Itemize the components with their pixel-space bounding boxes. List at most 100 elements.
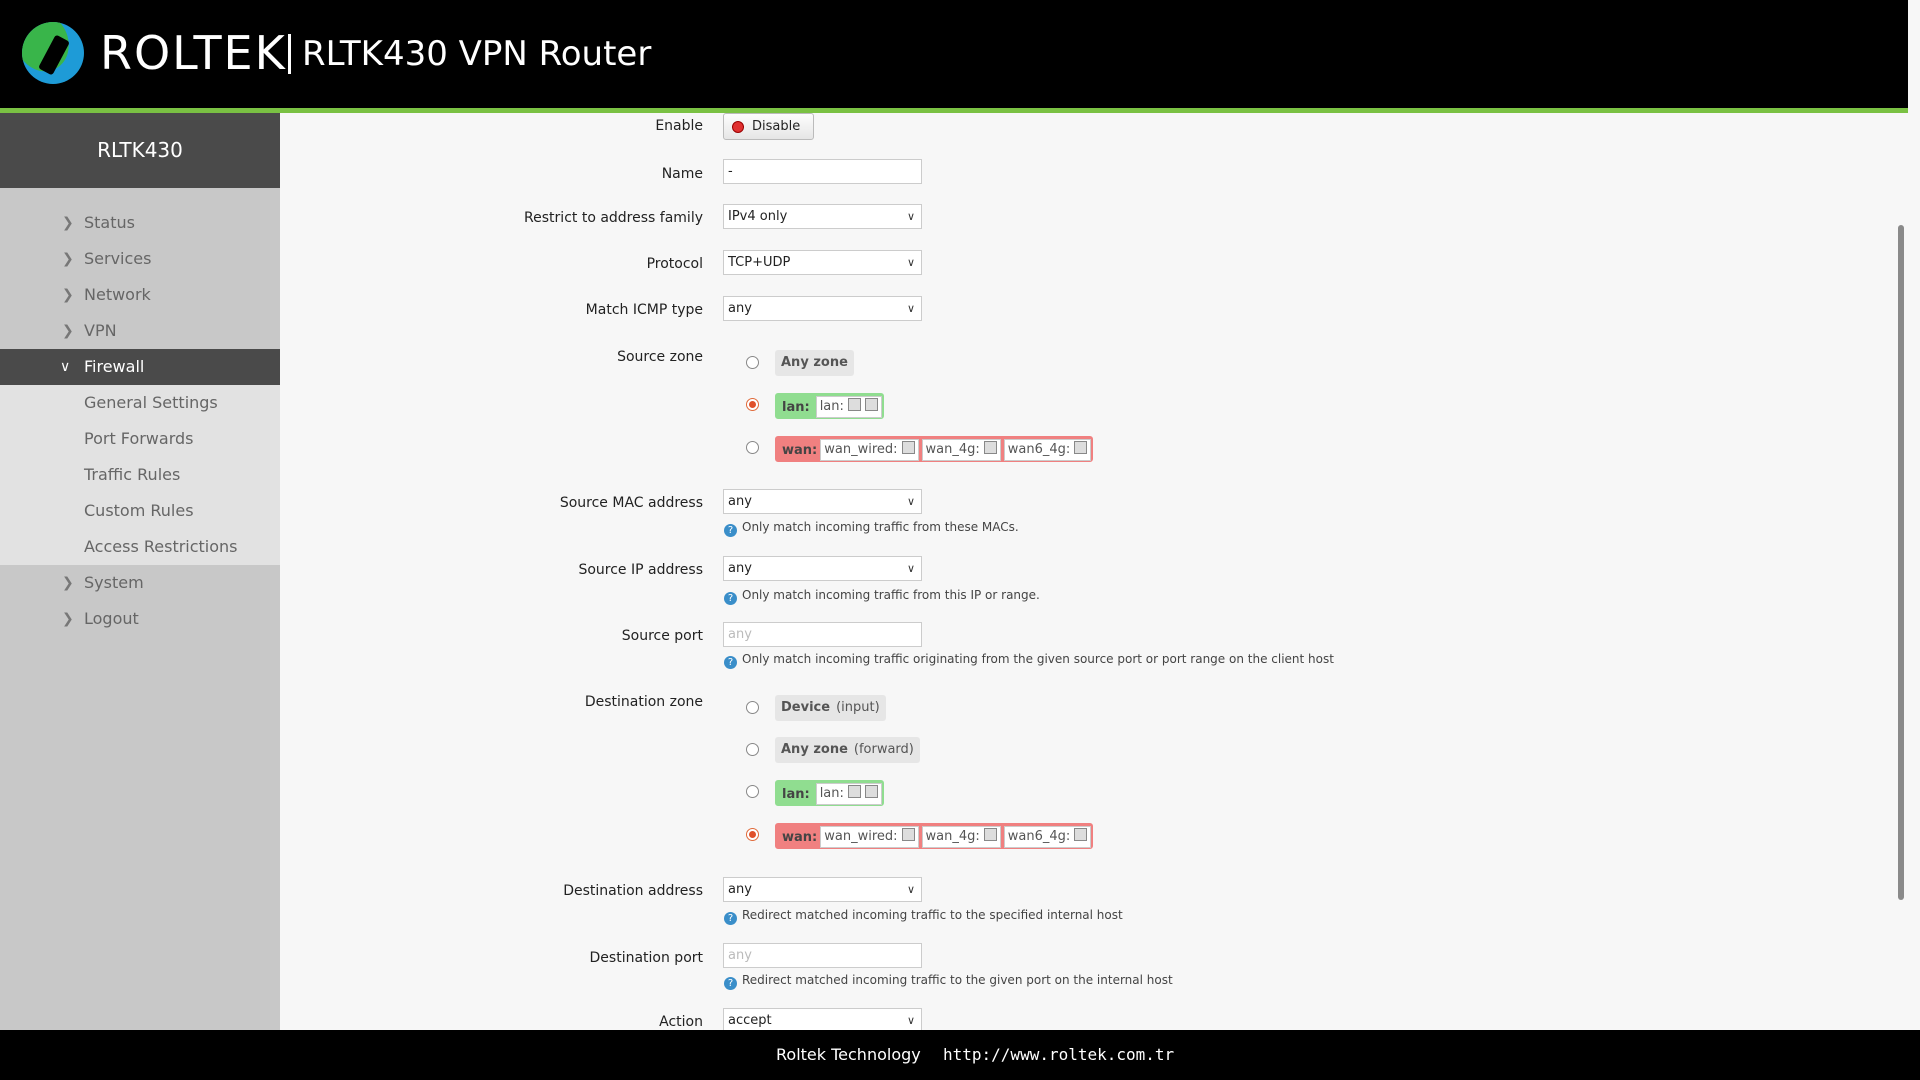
source-zone-wan: wan: wan_wired: wan_4g: wan6_4g: — [775, 436, 1094, 462]
dest-address-label: Destination address — [563, 883, 703, 899]
sidebar-nav: ❯ Status ❯ Services ❯ Network ❯ VPN ∨ Firewal… — [0, 205, 280, 637]
brand-name: ROLTEK — [100, 26, 287, 80]
source-port-hint: ? Only match incoming traffic originating… — [724, 652, 1334, 669]
dest-address-select[interactable]: any ∨ — [723, 877, 922, 902]
sidebar-device-name: RLTK430 — [0, 113, 280, 188]
zone-name: lan: — [782, 787, 810, 802]
chevron-right-icon: ❯ — [62, 251, 74, 267]
sidebar-item-label: Services — [84, 249, 152, 268]
source-mac-select[interactable]: any ∨ — [723, 489, 922, 514]
network-icon — [847, 785, 861, 798]
dest-address-value: any — [728, 882, 752, 897]
zone-name: Device — [781, 700, 831, 715]
sidebar-subitem-custom-rules[interactable]: Custom Rules — [0, 493, 280, 529]
dest-zone-wan-radio[interactable] — [746, 828, 759, 841]
sidebar-subitem-access-restrictions[interactable]: Access Restrictions — [0, 529, 280, 565]
source-zone-lan-radio[interactable] — [746, 398, 759, 411]
sidebar-item-label: Firewall — [84, 357, 145, 376]
dest-zone-lan-radio[interactable] — [746, 785, 759, 798]
sidebar-item-logout[interactable]: ❯ Logout — [0, 601, 280, 637]
chevron-right-icon: ❯ — [62, 575, 74, 591]
dest-zone-any-radio[interactable] — [746, 743, 759, 756]
ethernet-icon — [1074, 828, 1088, 841]
disable-icon — [732, 121, 744, 133]
sidebar-item-system[interactable]: ❯ System — [0, 565, 280, 601]
sidebar-subitem-traffic-rules[interactable]: Traffic Rules — [0, 457, 280, 493]
icmp-type-select[interactable]: any ∨ — [723, 296, 922, 321]
ethernet-icon — [1074, 441, 1088, 454]
zone-sub: (input) — [836, 700, 880, 715]
name-input[interactable]: - — [723, 159, 922, 184]
network-wan6-4g: wan6_4g: — [1003, 439, 1092, 461]
address-family-label: Restrict to address family — [524, 210, 703, 226]
zone-name: lan: — [782, 400, 810, 415]
zone-name: wan: — [782, 830, 818, 845]
address-family-select[interactable]: IPv4 only ∨ — [723, 204, 922, 229]
source-zone-wan-radio[interactable] — [746, 441, 759, 454]
sidebar-item-services[interactable]: ❯ Services — [0, 241, 280, 277]
sidebar-item-label: Status — [84, 213, 135, 232]
zone-name: Any zone — [781, 355, 848, 370]
sidebar-item-network[interactable]: ❯ Network — [0, 277, 280, 313]
chevron-right-icon: ❯ — [62, 611, 74, 627]
sidebar-item-vpn[interactable]: ❯ VPN — [0, 313, 280, 349]
source-port-placeholder: any — [728, 627, 752, 642]
scrollbar[interactable] — [1898, 225, 1904, 900]
sidebar-item-status[interactable]: ❯ Status — [0, 205, 280, 241]
help-icon: ? — [724, 524, 737, 537]
source-mac-label: Source MAC address — [559, 495, 703, 511]
network-wan-4g: wan_4g: — [921, 826, 1001, 848]
chevron-down-icon: ∨ — [60, 359, 71, 375]
network-lan: lan: — [815, 396, 882, 418]
disable-button[interactable]: Disable — [723, 113, 814, 140]
sidebar-item-label: Logout — [84, 609, 139, 628]
help-icon: ? — [724, 912, 737, 925]
dest-address-hint: ? Redirect matched incoming traffic to th… — [724, 908, 1123, 925]
ethernet-icon — [983, 828, 997, 841]
sidebar-subitem-general-settings[interactable]: General Settings — [0, 385, 280, 421]
footer-link[interactable]: http://www.roltek.com.tr — [943, 1045, 1174, 1064]
dest-zone-lan: lan: lan: — [775, 780, 884, 806]
dest-port-placeholder: any — [728, 948, 752, 963]
chevron-down-icon: ∨ — [906, 302, 915, 315]
protocol-select[interactable]: TCP+UDP ∨ — [723, 250, 922, 275]
ethernet-icon — [901, 441, 915, 454]
icmp-type-label: Match ICMP type — [585, 302, 703, 318]
help-icon: ? — [724, 977, 737, 990]
sidebar-item-label: System — [84, 573, 144, 592]
sidebar-subitem-port-forwards[interactable]: Port Forwards — [0, 421, 280, 457]
chevron-right-icon: ❯ — [62, 323, 74, 339]
network-wan-wired: wan_wired: — [820, 826, 919, 848]
header-bar: ROLTEK RLTK430 VPN Router — [0, 0, 1908, 113]
page-title: RLTK430 VPN Router — [302, 34, 652, 74]
action-value: accept — [728, 1013, 772, 1028]
chevron-right-icon: ❯ — [62, 215, 74, 231]
source-ip-select[interactable]: any ∨ — [723, 556, 922, 581]
footer-company: Roltek Technology — [776, 1045, 921, 1064]
chevron-down-icon: ∨ — [906, 256, 915, 269]
sidebar-item-label: VPN — [84, 321, 117, 340]
sidebar: RLTK430 ❯ Status ❯ Services ❯ Network ❯ VPN … — [0, 113, 280, 1030]
dest-port-input[interactable]: any — [723, 943, 922, 968]
dest-port-hint: ? Redirect matched incoming traffic to th… — [724, 973, 1173, 990]
source-port-input[interactable]: any — [723, 622, 922, 647]
name-input-value: - — [728, 164, 733, 179]
network-wan-wired: wan_wired: — [820, 439, 919, 461]
icmp-type-value: any — [728, 301, 752, 316]
protocol-value: TCP+UDP — [728, 255, 791, 270]
source-zone-any-radio[interactable] — [746, 356, 759, 369]
ethernet-icon — [901, 828, 915, 841]
wifi-icon — [864, 785, 878, 798]
sidebar-item-firewall[interactable]: ∨ Firewall — [0, 349, 280, 385]
help-icon: ? — [724, 656, 737, 669]
disable-button-label: Disable — [752, 119, 801, 134]
source-zone-any: Any zone — [775, 350, 854, 376]
ethernet-icon — [983, 441, 997, 454]
dest-zone-device-radio[interactable] — [746, 701, 759, 714]
sidebar-item-label: Network — [84, 285, 151, 304]
roltek-logo-icon — [22, 22, 84, 84]
dest-zone-label: Destination zone — [584, 694, 703, 710]
chevron-down-icon: ∨ — [906, 883, 915, 896]
action-label: Action — [659, 1014, 703, 1030]
network-icon — [847, 398, 861, 411]
